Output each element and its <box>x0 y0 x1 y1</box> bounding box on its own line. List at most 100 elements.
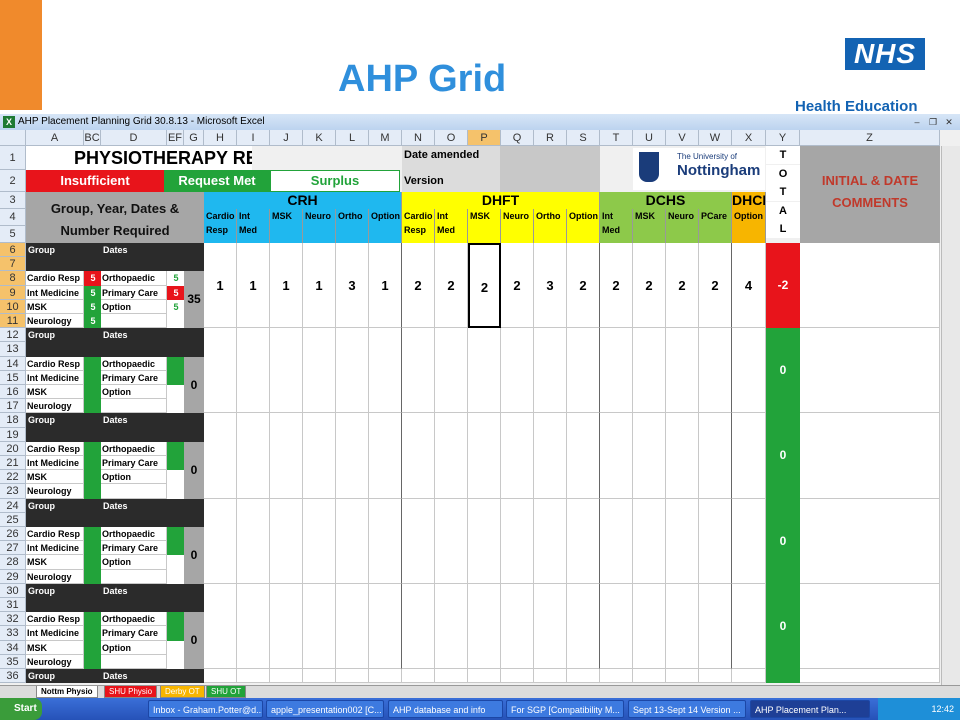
block-4-comment[interactable] <box>800 498 940 584</box>
version-value[interactable] <box>500 170 600 192</box>
row-header-16[interactable]: 16 <box>0 385 26 400</box>
block-3-cell-O[interactable] <box>435 413 468 499</box>
row-header-33[interactable]: 33 <box>0 626 26 641</box>
row-header-14[interactable]: 14 <box>0 356 26 371</box>
block-4-cell-L[interactable] <box>336 498 369 584</box>
block-5-cell-U[interactable] <box>633 583 666 669</box>
block-3-cell-N[interactable] <box>402 413 435 499</box>
row-header-31[interactable]: 31 <box>0 598 26 613</box>
block-3-cell-T[interactable] <box>600 413 633 499</box>
block-2-cell-I[interactable] <box>237 328 270 414</box>
close-icon[interactable]: ✕ <box>942 116 956 128</box>
block-4-cell-K[interactable] <box>303 498 336 584</box>
block-3-right-num-0[interactable] <box>167 441 184 456</box>
block-1-right-num-3[interactable] <box>167 314 184 329</box>
row-header-8[interactable]: 8 <box>0 271 26 286</box>
block-4-cell-J[interactable] <box>270 498 303 584</box>
block-4-cell-R[interactable] <box>534 498 567 584</box>
block-5-right-num-0[interactable] <box>167 612 184 627</box>
column-header-O[interactable]: O <box>435 130 468 146</box>
row-header-25[interactable]: 25 <box>0 512 26 527</box>
block-1-cell-O[interactable]: 2 <box>435 243 468 329</box>
block-1-right-num-1[interactable]: 5 <box>167 285 184 300</box>
block-3-cell-J[interactable] <box>270 413 303 499</box>
last-cell-N[interactable] <box>402 669 435 684</box>
block-3-cell-L[interactable] <box>336 413 369 499</box>
block-4-cell-I[interactable] <box>237 498 270 584</box>
last-cell-T[interactable] <box>600 669 633 684</box>
block-4-cell-M[interactable] <box>369 498 402 584</box>
block-2-cell-Q[interactable] <box>501 328 534 414</box>
select-all-corner[interactable] <box>0 130 26 146</box>
block-1-cell-N[interactable]: 2 <box>402 243 435 329</box>
column-header-G[interactable]: G <box>184 130 204 146</box>
block-2-cell-W[interactable] <box>699 328 732 414</box>
block-2-right-num-3[interactable] <box>167 399 184 414</box>
block-4-left-num-1[interactable] <box>84 541 101 556</box>
block-5-left-num-2[interactable] <box>84 640 101 655</box>
block-2-cell-V[interactable] <box>666 328 699 414</box>
row-header-15[interactable]: 15 <box>0 370 26 385</box>
block-5-cell-S[interactable] <box>567 583 600 669</box>
block-1-comment[interactable] <box>800 243 940 329</box>
block-2-right-num-0[interactable] <box>167 356 184 371</box>
column-header-L[interactable]: L <box>336 130 369 146</box>
column-header-J[interactable]: J <box>270 130 303 146</box>
block-1-left-num-0[interactable]: 5 <box>84 271 101 286</box>
row-header-9[interactable]: 9 <box>0 285 26 300</box>
row-header-23[interactable]: 23 <box>0 484 26 499</box>
row-header-4[interactable]: 4 <box>0 209 26 226</box>
column-header-BC[interactable]: BC <box>84 130 101 146</box>
last-cell-W[interactable] <box>699 669 732 684</box>
block-3-left-num-3[interactable] <box>84 484 101 499</box>
column-header-R[interactable]: R <box>534 130 567 146</box>
block-4-right-num-2[interactable] <box>167 555 184 570</box>
block-2-cell-R[interactable] <box>534 328 567 414</box>
column-header-W[interactable]: W <box>699 130 732 146</box>
taskbar-item-5[interactable]: AHP Placement Plan... <box>750 700 870 718</box>
last-cell-V[interactable] <box>666 669 699 684</box>
last-cell-Q[interactable] <box>501 669 534 684</box>
block-1-cell-T[interactable]: 2 <box>600 243 633 329</box>
taskbar-item-2[interactable]: AHP database and info <box>388 700 503 718</box>
block-3-cell-R[interactable] <box>534 413 567 499</box>
block-3-cell-Q[interactable] <box>501 413 534 499</box>
block-2-cell-N[interactable] <box>402 328 435 414</box>
last-comment[interactable] <box>800 669 940 684</box>
row-header-13[interactable]: 13 <box>0 342 26 357</box>
block-3-cell-K[interactable] <box>303 413 336 499</box>
last-cell-R[interactable] <box>534 669 567 684</box>
row-header-10[interactable]: 10 <box>0 299 26 314</box>
block-4-left-num-2[interactable] <box>84 555 101 570</box>
block-3-left-num-2[interactable] <box>84 470 101 485</box>
vertical-scrollbar[interactable] <box>941 146 960 686</box>
block-1-cell-U[interactable]: 2 <box>633 243 666 329</box>
column-header-S[interactable]: S <box>567 130 600 146</box>
block-3-right-num-3[interactable] <box>167 484 184 499</box>
column-header-Q[interactable]: Q <box>501 130 534 146</box>
block-3-cell-X[interactable] <box>732 413 766 499</box>
block-3-cell-I[interactable] <box>237 413 270 499</box>
block-3-left-num-0[interactable] <box>84 441 101 456</box>
row-header-21[interactable]: 21 <box>0 456 26 471</box>
column-header-EF[interactable]: EF <box>167 130 184 146</box>
taskbar-item-3[interactable]: For SGP [Compatibility M... <box>506 700 624 718</box>
row-header-5[interactable]: 5 <box>0 226 26 243</box>
block-2-cell-P[interactable] <box>468 328 501 414</box>
block-3-left-num-1[interactable] <box>84 456 101 471</box>
block-5-cell-L[interactable] <box>336 583 369 669</box>
block-2-cell-L[interactable] <box>336 328 369 414</box>
last-cell-K[interactable] <box>303 669 336 684</box>
column-header-D[interactable]: D <box>101 130 167 146</box>
block-2-right-num-2[interactable] <box>167 385 184 400</box>
block-5-cell-P[interactable] <box>468 583 501 669</box>
block-1-cell-K[interactable]: 1 <box>303 243 336 329</box>
block-4-cell-U[interactable] <box>633 498 666 584</box>
block-4-cell-S[interactable] <box>567 498 600 584</box>
block-5-left-num-1[interactable] <box>84 626 101 641</box>
last-cell-X[interactable] <box>732 669 766 684</box>
row-header-35[interactable]: 35 <box>0 654 26 669</box>
block-4-right-num-0[interactable] <box>167 527 184 542</box>
row-header-26[interactable]: 26 <box>0 527 26 542</box>
block-4-cell-P[interactable] <box>468 498 501 584</box>
